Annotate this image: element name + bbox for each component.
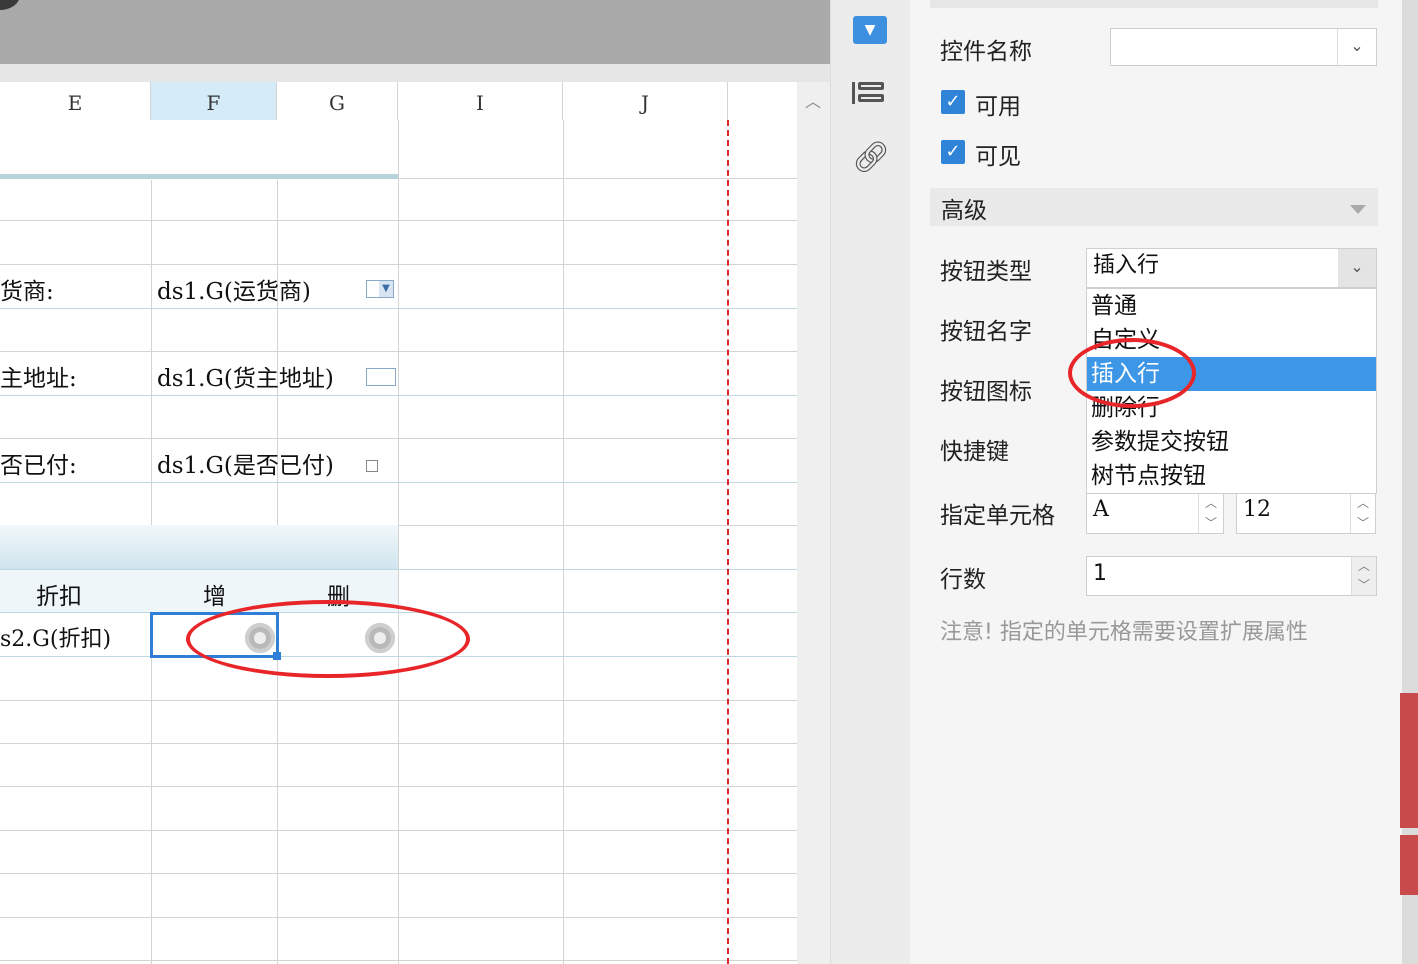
vertical-scrollbar[interactable] <box>797 82 830 964</box>
grid-line <box>0 220 797 221</box>
shortcut-label: 快捷键 <box>940 439 1009 465</box>
row-count-input[interactable]: 1 ︿ ﹀ <box>1086 556 1377 596</box>
background-window-tab <box>1400 835 1418 895</box>
enabled-label: 可用 <box>975 94 1021 120</box>
grid-line <box>0 960 797 961</box>
spreadsheet-grid[interactable]: 货商: ds1.G(运货商) ▼ 主地址: ds1.G(货主地址) 否已付: d… <box>0 120 797 964</box>
grid-line <box>398 178 797 179</box>
button-icon-label: 按钮图标 <box>940 379 1032 405</box>
dropdown-option[interactable]: 普通 <box>1087 289 1376 323</box>
column-header-e[interactable]: E <box>0 82 151 120</box>
widget-name-select[interactable]: ⌄ <box>1110 28 1377 66</box>
cell-shipper-value[interactable]: ds1.G(运货商) <box>157 272 311 306</box>
chevron-down-icon[interactable]: ⌄ <box>1338 249 1376 287</box>
target-cell-label: 指定单元格 <box>940 503 1055 529</box>
button-type-label: 按钮类型 <box>940 259 1032 285</box>
cell-address-label[interactable]: 主地址: <box>0 359 77 393</box>
spin-up-icon[interactable]: ︿ <box>1351 557 1376 576</box>
annotation-ellipse-option <box>1068 338 1196 408</box>
grid-line <box>0 786 797 787</box>
enabled-checkbox[interactable]: ✓ <box>941 90 965 114</box>
advanced-section-header[interactable] <box>930 188 1378 226</box>
column-header-bar: E F G I J <box>0 82 797 121</box>
visible-label: 可见 <box>975 144 1021 170</box>
column-header-i[interactable]: I <box>398 82 563 120</box>
header-discount[interactable]: 折扣 <box>36 577 82 611</box>
grid-line <box>0 395 797 396</box>
visible-checkbox[interactable]: ✓ <box>941 140 965 164</box>
grid-line <box>0 438 797 439</box>
cell-paid-label[interactable]: 否已付: <box>0 446 77 480</box>
cell-element-icon[interactable] <box>852 80 888 108</box>
target-cell-col-value: A <box>1093 497 1109 522</box>
spin-up-icon[interactable]: ︿ <box>1350 493 1375 513</box>
grid-line <box>0 873 797 874</box>
button-type-select[interactable]: 插入行 ⌄ <box>1086 248 1377 288</box>
column-header-g[interactable]: G <box>277 82 398 120</box>
grid-line <box>0 351 797 352</box>
target-cell-row-input[interactable]: 12 ︿ ﹀ <box>1236 492 1376 534</box>
column-header-f[interactable]: F <box>151 82 277 120</box>
section-band <box>0 525 398 569</box>
advanced-label: 高级 <box>941 198 987 224</box>
cell-address-value[interactable]: ds1.G(货主地址) <box>157 359 334 393</box>
annotation-ellipse-cells <box>186 600 470 678</box>
grid-line <box>0 830 797 831</box>
chevron-down-icon[interactable]: ⌄ <box>1337 29 1376 65</box>
widget-name-label: 控件名称 <box>940 39 1032 65</box>
title-underline <box>0 174 398 179</box>
grid-line <box>563 120 564 964</box>
dropdown-option[interactable]: 参数提交按钮 <box>1087 425 1376 459</box>
hyperlink-icon[interactable]: 🔗︎ <box>852 140 890 176</box>
grid-line <box>0 743 797 744</box>
sheet-tab-strip <box>0 64 830 82</box>
spin-down-icon[interactable]: ﹀ <box>1198 513 1223 533</box>
grid-line <box>398 120 399 964</box>
cell-paid-value[interactable]: ds1.G(是否已付) <box>157 446 334 480</box>
grid-line <box>0 917 797 918</box>
row-count-value: 1 <box>1093 561 1107 586</box>
background-window-tab <box>1400 693 1418 828</box>
header-add[interactable]: 增 <box>203 577 226 611</box>
collapse-triangle-icon[interactable] <box>1350 205 1366 214</box>
textfield-widget-icon <box>366 368 396 386</box>
grid-line <box>0 482 797 483</box>
dropdown-option[interactable]: 树节点按钮 <box>1087 459 1376 493</box>
panel-header-strip <box>930 0 1378 8</box>
grid-line <box>0 308 797 309</box>
spin-down-icon[interactable]: ﹀ <box>1351 576 1376 595</box>
spin-down-icon[interactable]: ﹀ <box>1350 513 1375 533</box>
page-break-line <box>727 120 729 964</box>
grid-line <box>0 700 797 701</box>
scroll-up-icon[interactable]: ︿ <box>802 88 824 111</box>
grid-line <box>0 264 797 265</box>
cell-discount-value[interactable]: s2.G(折扣) <box>0 621 111 653</box>
combobox-widget-icon: ▼ <box>366 280 394 298</box>
row-count-label: 行数 <box>940 567 986 593</box>
widget-settings-icon[interactable]: ▼ <box>853 16 887 44</box>
checkbox-widget-icon <box>366 460 378 472</box>
target-cell-row-value: 12 <box>1243 497 1271 522</box>
column-header-j[interactable]: J <box>563 82 728 120</box>
note-text: 注意! 指定的单元格需要设置扩展属性 <box>940 620 1308 645</box>
spin-up-icon[interactable]: ︿ <box>1198 493 1223 513</box>
target-cell-col-input[interactable]: A ︿ ﹀ <box>1086 492 1224 534</box>
button-name-label: 按钮名字 <box>940 319 1032 345</box>
cell-shipper-label[interactable]: 货商: <box>0 272 54 306</box>
button-type-value: 插入行 <box>1093 253 1160 278</box>
top-toolbar-area <box>0 0 830 64</box>
